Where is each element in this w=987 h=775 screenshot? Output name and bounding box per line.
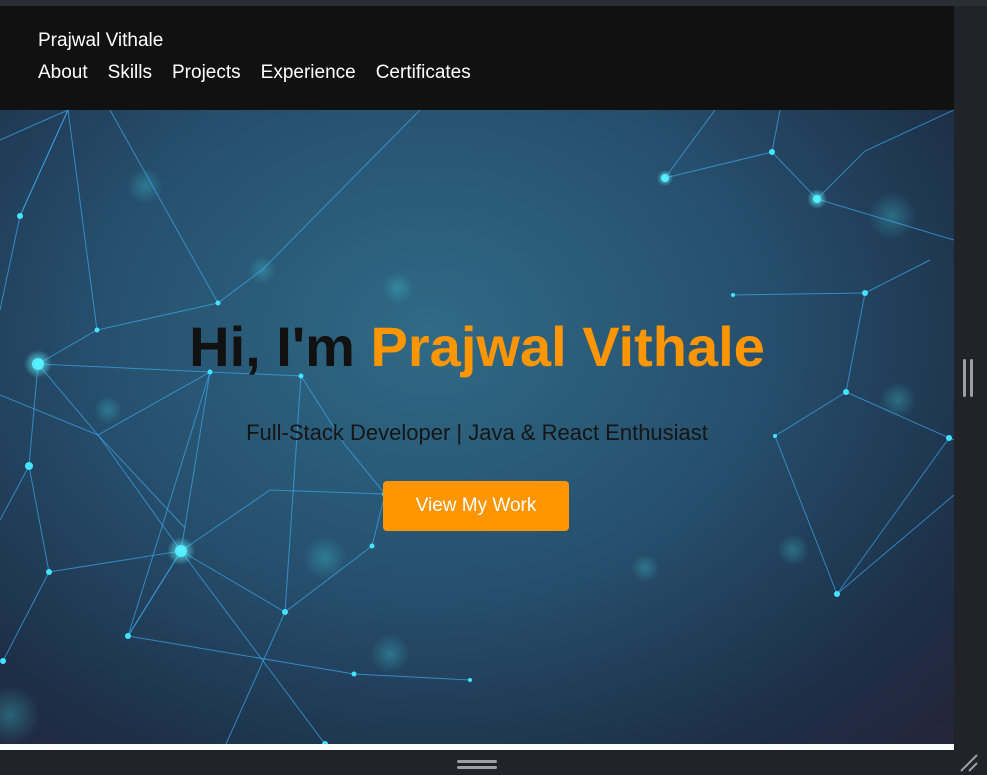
hero-name: Prajwal Vithale bbox=[370, 315, 765, 378]
nav-link-about[interactable]: About bbox=[38, 62, 88, 84]
resize-corner-grip-icon[interactable] bbox=[958, 752, 980, 774]
navbar: Prajwal Vithale About Skills Projects Ex… bbox=[0, 6, 954, 110]
browser-viewport: Prajwal Vithale About Skills Projects Ex… bbox=[0, 6, 954, 750]
nav-links: About Skills Projects Experience Certifi… bbox=[38, 62, 471, 84]
site-brand[interactable]: Prajwal Vithale bbox=[38, 30, 163, 52]
nav-link-experience[interactable]: Experience bbox=[261, 62, 356, 84]
section-divider bbox=[0, 744, 954, 750]
nav-link-projects[interactable]: Projects bbox=[172, 62, 241, 84]
hero-greeting: Hi, I'm bbox=[189, 315, 355, 378]
nav-link-skills[interactable]: Skills bbox=[108, 62, 152, 84]
horizontal-resize-handle-icon[interactable] bbox=[457, 760, 497, 770]
hero-section: Hi, I'm Prajwal Vithale Full-Stack Devel… bbox=[0, 110, 954, 744]
hero-title: Hi, I'm Prajwal Vithale bbox=[0, 315, 954, 379]
view-my-work-button[interactable]: View My Work bbox=[383, 481, 569, 531]
vertical-resize-handle-icon[interactable] bbox=[963, 359, 975, 397]
app-frame: Prajwal Vithale About Skills Projects Ex… bbox=[0, 0, 987, 775]
hero-subtitle: Full-Stack Developer | Java & React Enth… bbox=[246, 420, 708, 445]
nav-link-certificates[interactable]: Certificates bbox=[376, 62, 471, 84]
